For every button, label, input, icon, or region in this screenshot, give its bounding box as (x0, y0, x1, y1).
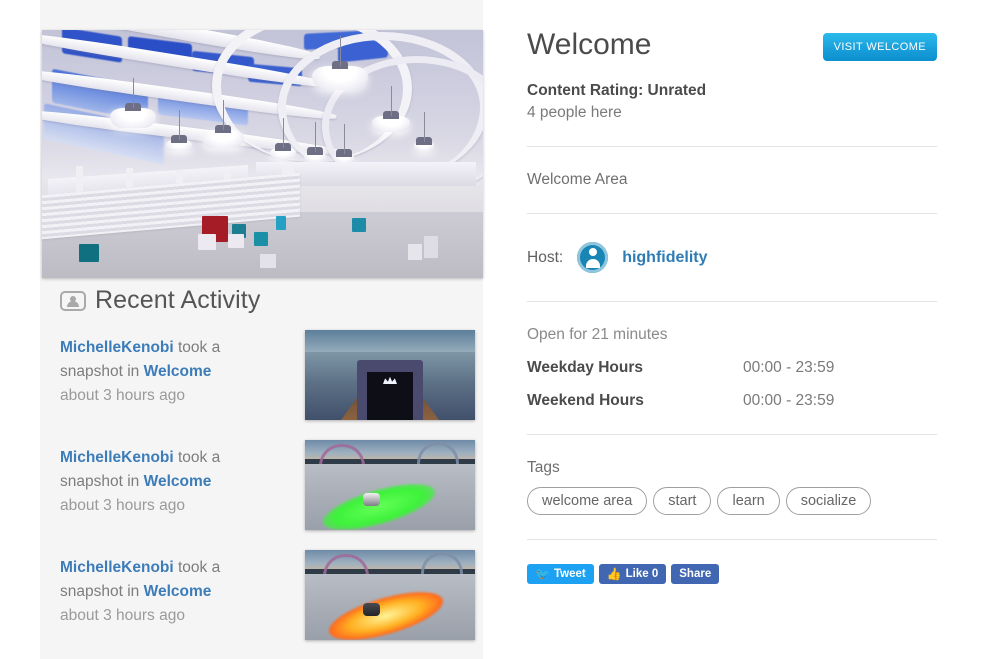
social-share-bar: 🐦 Tweet 👍 Like 0 Share (527, 564, 937, 584)
content-rating: Content Rating: Unrated (527, 82, 707, 99)
thumbs-up-icon: 👍 (606, 567, 622, 581)
weekend-hours-value: 00:00 - 23:59 (743, 392, 835, 409)
activity-text: MichelleKenobi took a snapshot in Welcom… (60, 440, 240, 518)
tag-chip[interactable]: learn (717, 487, 780, 515)
left-panel: Recent Activity MichelleKenobi took a sn… (40, 0, 483, 659)
weekend-hours-row: Weekend Hours 00:00 - 23:59 (527, 392, 937, 410)
tweet-button-label: Tweet (553, 568, 586, 580)
pendant-lamp (202, 100, 244, 148)
user-card-icon (60, 290, 86, 311)
white-cube (198, 234, 216, 250)
weekday-hours-row: Weekday Hours 00:00 - 23:59 (527, 359, 937, 377)
host-label: Host: (527, 248, 564, 266)
detail-panel: Welcome VISIT WELCOME Content Rating: Un… (527, 0, 937, 584)
activity-user-link[interactable]: MichelleKenobi (60, 339, 174, 356)
avatar-head (588, 248, 597, 256)
page-title: Welcome (527, 28, 652, 61)
user-circle-icon[interactable] (577, 242, 609, 273)
divider (527, 301, 937, 302)
activity-timestamp: about 3 hours ago (60, 607, 185, 624)
activity-list: MichelleKenobi took a snapshot in Welcom… (60, 330, 475, 659)
place-detail-page: Recent Activity MichelleKenobi took a sn… (0, 0, 1000, 659)
teal-cube (79, 244, 99, 262)
visit-welcome-button[interactable]: VISIT WELCOME (822, 33, 937, 61)
pendant-lamp (166, 110, 192, 151)
list-item[interactable]: MichelleKenobi took a snapshot in Welcom… (60, 440, 475, 550)
like-button-label: Like 0 (625, 568, 659, 580)
thumb-object (363, 603, 380, 616)
activity-place-link[interactable]: Welcome (144, 583, 212, 600)
activity-user-link[interactable]: MichelleKenobi (60, 559, 174, 576)
activity-thumbnail[interactable] (305, 550, 475, 640)
twitter-bird-icon: 🐦 (535, 567, 550, 581)
title-row: Welcome VISIT WELCOME (527, 28, 937, 62)
divider (527, 539, 937, 540)
white-cube (228, 234, 244, 248)
activity-text: MichelleKenobi took a snapshot in Welcom… (60, 330, 240, 408)
activity-text: MichelleKenobi took a snapshot in Welcom… (60, 550, 240, 628)
facebook-share-button[interactable]: Share (671, 564, 720, 584)
teal-cube (352, 218, 366, 232)
recent-activity-title: Recent Activity (95, 286, 261, 314)
list-item[interactable]: MichelleKenobi took a snapshot in Welcom… (60, 550, 475, 659)
avatar-body (585, 259, 600, 268)
tag-chip[interactable]: welcome area (527, 487, 648, 515)
activity-user-link[interactable]: MichelleKenobi (60, 449, 174, 466)
facebook-like-button[interactable]: 👍 Like 0 (598, 564, 667, 584)
pendant-lamp (270, 118, 296, 159)
white-cube (260, 254, 276, 268)
teal-cube (254, 232, 268, 246)
pendant-lamp (414, 112, 434, 151)
hero-image[interactable] (42, 30, 483, 278)
tag-chip[interactable]: socialize (785, 487, 872, 515)
activity-timestamp: about 3 hours ago (60, 387, 185, 404)
recent-activity-header: Recent Activity (60, 286, 260, 315)
tag-chip[interactable]: start (653, 487, 712, 515)
hero-image-render (42, 30, 483, 278)
teal-cube (276, 216, 286, 230)
pendant-lamp (304, 122, 326, 162)
white-cube (408, 244, 422, 260)
thumb-object (363, 493, 380, 506)
area-name: Welcome Area (527, 171, 628, 188)
host-name-link[interactable]: highfidelity (622, 249, 707, 267)
tweet-button[interactable]: 🐦 Tweet (527, 564, 594, 584)
pendant-lamp (110, 78, 156, 128)
weekday-hours-label: Weekday Hours (527, 359, 644, 376)
activity-thumbnail[interactable] (305, 330, 475, 420)
list-item[interactable]: MichelleKenobi took a snapshot in Welcom… (60, 330, 475, 440)
divider (527, 146, 937, 147)
open-for-text: Open for 21 minutes (527, 326, 668, 343)
host-row: Host: highfidelity (527, 238, 937, 277)
white-cube (424, 236, 438, 258)
divider (527, 434, 937, 435)
activity-place-link[interactable]: Welcome (144, 363, 212, 380)
activity-place-link[interactable]: Welcome (144, 473, 212, 490)
activity-thumbnail[interactable] (305, 440, 475, 530)
tag-list: welcome area start learn socialize (527, 487, 937, 515)
activity-timestamp: about 3 hours ago (60, 497, 185, 514)
people-count: 4 people here (527, 104, 622, 121)
weekday-hours-value: 00:00 - 23:59 (743, 359, 835, 376)
pendant-lamp (312, 36, 368, 90)
divider (527, 213, 937, 214)
pendant-lamp (372, 86, 410, 132)
weekend-hours-label: Weekend Hours (527, 392, 644, 409)
tags-label: Tags (527, 459, 560, 476)
